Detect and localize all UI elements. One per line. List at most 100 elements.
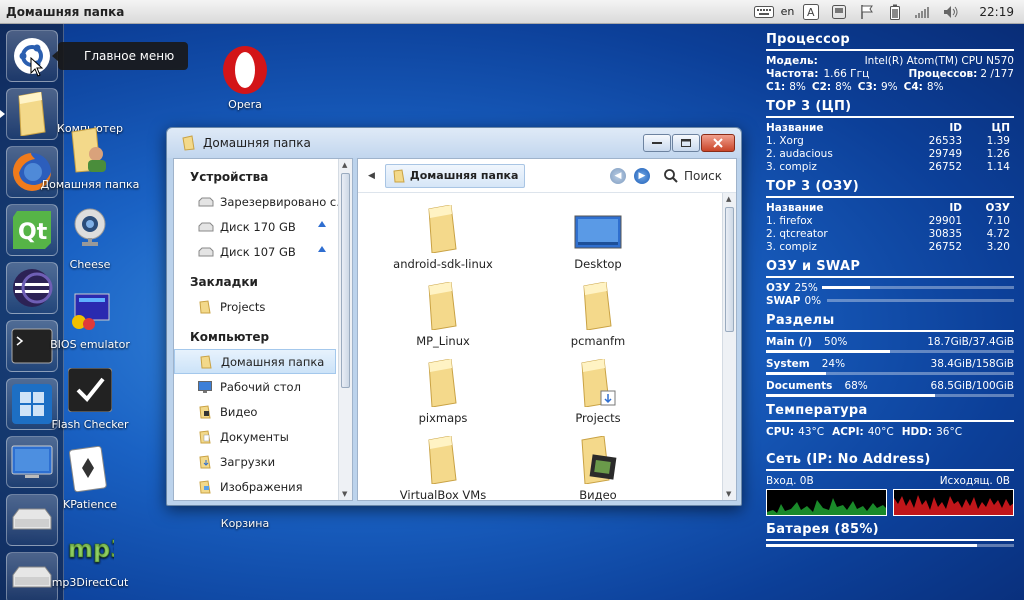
file-item[interactable]: Projects: [513, 355, 683, 425]
computer-icon: [66, 70, 114, 118]
file-item[interactable]: android-sdk-linux: [358, 201, 528, 271]
font-icon[interactable]: A: [801, 3, 821, 20]
process-row: 3. compiz 26752 3.20: [766, 240, 1014, 253]
folder-icon: [419, 201, 467, 253]
window-titlebar[interactable]: Домашняя папка: [167, 128, 741, 158]
signal-icon[interactable]: [913, 4, 933, 20]
sidebar-item-label: Документы: [220, 429, 289, 444]
process-name: 3. compiz: [766, 240, 817, 253]
file-item[interactable]: MP_Linux: [358, 278, 528, 348]
scroll-up-icon[interactable]: ▲: [342, 161, 347, 169]
scroll-down-icon[interactable]: ▼: [726, 490, 731, 498]
path-left-arrow-icon[interactable]: ◀: [368, 171, 375, 181]
window-controls: [642, 134, 735, 152]
keyboard-icon[interactable]: [753, 4, 774, 20]
file-view: ◀ Домашняя папка ◀ ▶ Поиск android-sdk-l…: [357, 158, 737, 502]
desktop-icon-mp3directcut[interactable]: mp3 mp3DirectCut: [40, 524, 140, 589]
process-row: 2. qtcreator 30835 4.72: [766, 227, 1014, 240]
hdd-temp-label: HDD:: [901, 425, 933, 438]
keyboard-layout[interactable]: en: [781, 5, 795, 18]
desktop-icon-trash[interactable]: Корзина: [195, 517, 295, 530]
back-button[interactable]: ◀: [609, 167, 626, 184]
sidebar-place-downloads[interactable]: Загрузки: [174, 449, 352, 474]
sidebar-bookmark[interactable]: Projects: [174, 294, 352, 319]
c4-label: C4:: [903, 80, 923, 93]
column-header: ID: [949, 201, 962, 214]
scroll-up-icon[interactable]: ▲: [726, 195, 731, 203]
ram-bar-fill: [822, 286, 871, 289]
minimize-button[interactable]: [643, 134, 671, 152]
sidebar-place-documents[interactable]: Документы: [174, 424, 352, 449]
process-name: 3. compiz: [766, 160, 817, 173]
home-folder-icon: [66, 126, 114, 174]
cpu-freq-row: Частота: 1.66 Ггц Процессов: 2 /177: [766, 67, 1014, 80]
eject-icon[interactable]: [318, 246, 326, 252]
desktop-icon-opera[interactable]: Opera: [195, 46, 295, 111]
search-button[interactable]: Поиск: [664, 169, 722, 183]
column-header: ЦП: [991, 121, 1010, 134]
places-sidebar: Устройства Зарезервировано с… Диск 170 G…: [173, 158, 353, 501]
close-button[interactable]: [701, 134, 735, 152]
sidebar-place-home[interactable]: Домашняя папка: [174, 349, 336, 374]
file-item[interactable]: pcmanfm: [513, 278, 683, 348]
home-folder-icon: [393, 168, 405, 182]
folder-download-icon: [574, 355, 622, 407]
forward-button[interactable]: ▶: [633, 167, 650, 184]
volume-icon[interactable]: [941, 4, 961, 20]
file-view-scrollbar[interactable]: ▲ ▼: [722, 193, 736, 500]
partition-bar-fill: [766, 372, 826, 375]
acpi-temp-label: ACPI:: [832, 425, 864, 438]
divider: [766, 49, 1014, 51]
desktop-icon-bios[interactable]: BIOS emulator: [40, 286, 140, 351]
process-row: 2. audacious 29749 1.26: [766, 147, 1014, 160]
scrollbar-thumb[interactable]: [341, 173, 350, 388]
sidebar-item-label: Диск 107 GB: [220, 244, 296, 259]
svg-text:A: A: [807, 6, 815, 19]
drive-icon: [198, 245, 214, 259]
desktop-icon-flash-checker[interactable]: Flash Checker: [40, 366, 140, 431]
partition-percent: 24%: [821, 357, 846, 370]
file-item[interactable]: pixmaps: [358, 355, 528, 425]
desktop-icon-cheese[interactable]: Cheese: [40, 206, 140, 271]
sidebar-place-pictures[interactable]: Изображения: [174, 474, 352, 499]
c4-value: 8%: [926, 80, 944, 93]
battery-icon[interactable]: [885, 4, 905, 20]
sidebar-device[interactable]: Диск 107 GB: [174, 239, 352, 264]
sidebar-device[interactable]: Диск 170 GB: [174, 214, 352, 239]
maximize-button[interactable]: [672, 134, 700, 152]
sidebar-device[interactable]: Зарезервировано с…: [174, 189, 352, 214]
sidebar-item-label: Рабочий стол: [220, 379, 301, 394]
net-in-graph: [766, 489, 887, 516]
scrollbar-thumb[interactable]: [725, 207, 734, 332]
sidebar-place-videos[interactable]: Видео: [174, 399, 352, 424]
partition-bar-fill: [766, 394, 935, 397]
device-icon[interactable]: [829, 4, 849, 20]
scroll-down-icon[interactable]: ▼: [342, 490, 347, 498]
folder-icon: [198, 299, 214, 314]
sidebar-item-label: Изображения: [220, 479, 303, 494]
file-item[interactable]: Desktop: [513, 201, 683, 271]
sidebar-place-desktop[interactable]: Рабочий стол: [174, 374, 352, 399]
cards-icon: [66, 446, 114, 494]
process-cpu: 1.26: [986, 147, 1010, 160]
file-item[interactable]: Видео: [513, 432, 683, 502]
column-header: Название: [766, 201, 824, 214]
desktop-icon-kpatience[interactable]: KPatience: [40, 446, 140, 511]
clock[interactable]: 22:19: [979, 5, 1014, 19]
file-manager-window: Домашняя папка Устройства Зарезервирован…: [166, 127, 742, 506]
desktop-icon: [198, 380, 214, 394]
folder-icon: [419, 278, 467, 330]
procs-label: Процессов:: [908, 67, 978, 80]
file-item[interactable]: VirtualBox VMs: [358, 432, 528, 502]
eject-icon[interactable]: [318, 221, 326, 227]
swap-value: 0%: [804, 294, 822, 307]
partition-percent: 68%: [844, 379, 868, 392]
flag-icon[interactable]: [857, 4, 877, 20]
search-icon: [664, 168, 678, 183]
battery-heading: Батарея (85%): [766, 522, 879, 537]
cstates-row: C1: 8% C2: 8% C3: 9% C4: 8%: [766, 80, 1014, 93]
desktop-icon-home[interactable]: Домашняя папка: [40, 126, 140, 191]
file-name: Desktop: [574, 257, 622, 271]
sidebar-scrollbar[interactable]: ▲ ▼: [338, 159, 352, 500]
breadcrumb[interactable]: Домашняя папка: [384, 163, 526, 188]
